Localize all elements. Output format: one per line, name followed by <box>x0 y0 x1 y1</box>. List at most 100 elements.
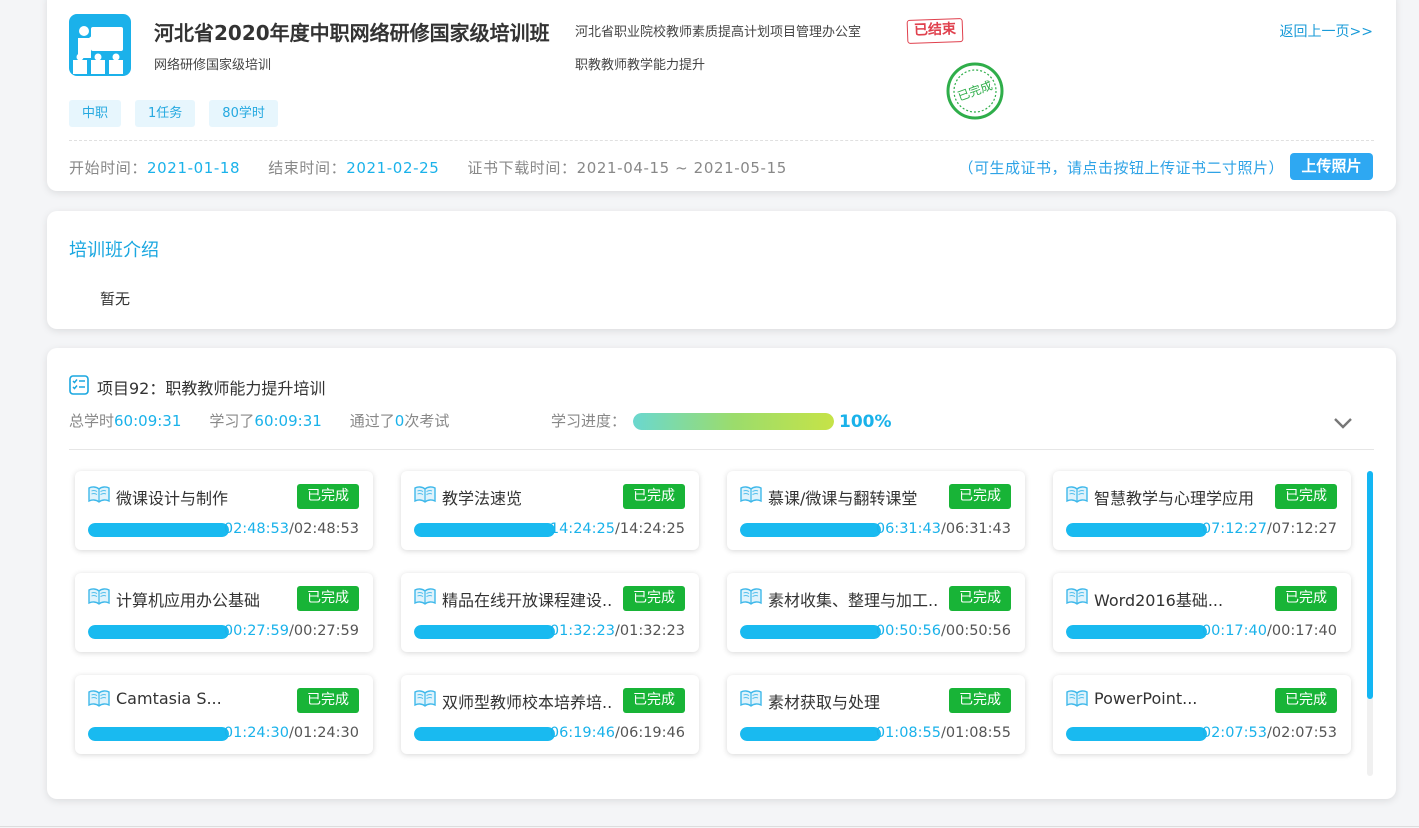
course-progress-bar <box>414 625 555 639</box>
course-card[interactable]: 慕课/微课与翻转课堂 已完成 06:31:43/06:31:43 <box>727 471 1025 550</box>
course-progress-fill <box>1066 523 1207 537</box>
course-title: Word2016基础... <box>1094 591 1224 610</box>
open-book-icon <box>414 587 436 605</box>
course-time: 02:48:53/02:48:53 <box>224 521 359 537</box>
page-bottom-border <box>0 826 1419 827</box>
course-time: 02:07:53/02:07:53 <box>1202 725 1337 741</box>
scrollbar-thumb[interactable] <box>1367 471 1373 699</box>
exams-prefix: 通过了 <box>349 412 395 430</box>
course-card[interactable]: 计算机应用办公基础 已完成 00:27:59/00:27:59 <box>75 573 373 652</box>
project-progress-fill <box>633 413 834 430</box>
course-time: 01:32:23/01:32:23 <box>550 623 685 639</box>
course-time: 01:08:55/01:08:55 <box>876 725 1011 741</box>
training-title: 河北省2020年度中职网络研修国家级培训班 <box>154 21 550 45</box>
end-date-value: 2021-02-25 <box>346 159 440 177</box>
total-hours-label: 总学时 <box>69 412 115 430</box>
total-hours-value: 60:09:31 <box>114 412 182 430</box>
course-progress-bar <box>740 727 881 741</box>
course-title: 素材获取与处理 <box>768 693 881 712</box>
course-total-time: /02:48:53 <box>288 521 359 537</box>
completed-badge: 已完成 <box>949 586 1011 611</box>
course-total-time: /14:24:25 <box>614 521 685 537</box>
exams-count: 0 <box>394 412 405 430</box>
tag-level: 中职 <box>69 100 122 127</box>
course-card[interactable]: 教学法速览 已完成 14:24:25/14:24:25 <box>401 471 699 550</box>
course-title: 教学法速览 <box>442 489 523 508</box>
course-progress-fill <box>414 625 555 639</box>
completed-badge: 已完成 <box>623 484 685 509</box>
start-date: 开始时间：2021-01-18 <box>69 157 240 178</box>
course-learned-time: 14:24:25 <box>549 521 615 537</box>
completed-badge: 已完成 <box>1275 688 1337 713</box>
course-total-time: /06:31:43 <box>940 521 1011 537</box>
course-card[interactable]: Camtasia S... 已完成 01:24:30/01:24:30 <box>75 675 373 754</box>
open-book-icon <box>88 587 110 605</box>
learned-hours: 学习了60:09:31 <box>209 410 321 431</box>
project-progress-bar <box>633 413 834 430</box>
tag-tasks: 1任务 <box>135 100 196 127</box>
course-progress-fill <box>414 523 555 537</box>
course-learned-time: 02:48:53 <box>223 521 289 537</box>
course-card[interactable]: 素材收集、整理与加工... 已完成 00:50:56/00:50:56 <box>727 573 1025 652</box>
course-title: 微课设计与制作 <box>116 489 229 508</box>
chevron-down-icon[interactable] <box>1333 416 1353 430</box>
course-time: 00:27:59/00:27:59 <box>224 623 359 639</box>
open-book-icon <box>1066 689 1088 707</box>
project-stats: 总学时60:09:31 学习了60:09:31 通过了0次考试 <box>69 410 449 431</box>
course-time: 00:17:40/00:17:40 <box>1202 623 1337 639</box>
course-card[interactable]: PowerPoint... 已完成 02:07:53/02:07:53 <box>1053 675 1351 754</box>
back-link[interactable]: 返回上一页>> <box>1280 21 1373 41</box>
course-learned-time: 00:27:59 <box>223 623 289 639</box>
course-progress-bar <box>1066 727 1207 741</box>
completed-badge: 已完成 <box>623 586 685 611</box>
end-date: 结束时间：2021-02-25 <box>268 157 439 178</box>
upload-photo-button[interactable]: 上传照片 <box>1290 153 1373 180</box>
course-card[interactable]: 微课设计与制作 已完成 02:48:53/02:48:53 <box>75 471 373 550</box>
course-learned-time: 01:24:30 <box>223 725 289 741</box>
open-book-icon <box>414 689 436 707</box>
course-learned-time: 00:50:56 <box>875 623 941 639</box>
exams-passed: 通过了0次考试 <box>350 410 450 431</box>
course-progress-fill <box>1066 625 1207 639</box>
course-learned-time: 00:17:40 <box>1201 623 1267 639</box>
completed-badge: 已完成 <box>1275 586 1337 611</box>
course-total-time: /02:07:53 <box>1266 725 1337 741</box>
certificate-note: （可生成证书，请点击按钮上传证书二寸照片） <box>958 159 1284 177</box>
progress-label: 学习进度： <box>551 412 627 430</box>
open-book-icon <box>414 485 436 503</box>
course-progress-bar <box>740 523 881 537</box>
course-total-time: /06:19:46 <box>614 725 685 741</box>
course-card[interactable]: Word2016基础... 已完成 00:17:40/00:17:40 <box>1053 573 1351 652</box>
course-title: 计算机应用办公基础 <box>116 591 261 610</box>
course-time: 14:24:25/14:24:25 <box>550 521 685 537</box>
ended-status-badge: 已结束 <box>906 18 964 44</box>
course-progress-bar <box>414 727 555 741</box>
course-learned-time: 06:19:46 <box>549 725 615 741</box>
intro-title: 培训班介绍 <box>69 240 159 261</box>
course-progress-fill <box>88 523 229 537</box>
header-divider <box>69 140 1374 141</box>
open-book-icon <box>740 587 762 605</box>
course-title: 精品在线开放课程建设... <box>442 591 612 610</box>
course-card[interactable]: 双师型教师校本培养培... 已完成 06:19:46/06:19:46 <box>401 675 699 754</box>
course-total-time: /01:24:30 <box>288 725 359 741</box>
open-book-icon <box>740 485 762 503</box>
exams-suffix: 次考试 <box>404 412 450 430</box>
course-title: Camtasia S... <box>116 689 222 708</box>
learned-hours-label: 学习了 <box>209 412 255 430</box>
cert-range-label: 证书下载时间： <box>467 159 577 177</box>
course-time: 06:31:43/06:31:43 <box>876 521 1011 537</box>
open-book-icon <box>1066 587 1088 605</box>
course-card[interactable]: 精品在线开放课程建设... 已完成 01:32:23/01:32:23 <box>401 573 699 652</box>
course-progress-bar <box>88 727 229 741</box>
progress-percent: 100% <box>839 412 892 432</box>
course-card[interactable]: 智慧教学与心理学应用 已完成 07:12:27/07:12:27 <box>1053 471 1351 550</box>
course-card[interactable]: 素材获取与处理 已完成 01:08:55/01:08:55 <box>727 675 1025 754</box>
tag-hours: 80学时 <box>209 100 278 127</box>
course-title: PowerPoint... <box>1094 689 1198 708</box>
course-learned-time: 01:32:23 <box>549 623 615 639</box>
course-scrollbar[interactable] <box>1367 471 1373 776</box>
organization-name: 河北省职业院校教师素质提高计划项目管理办公室 <box>575 25 862 40</box>
training-category: 职教教师教学能力提升 <box>575 58 706 73</box>
course-learned-time: 01:08:55 <box>875 725 941 741</box>
